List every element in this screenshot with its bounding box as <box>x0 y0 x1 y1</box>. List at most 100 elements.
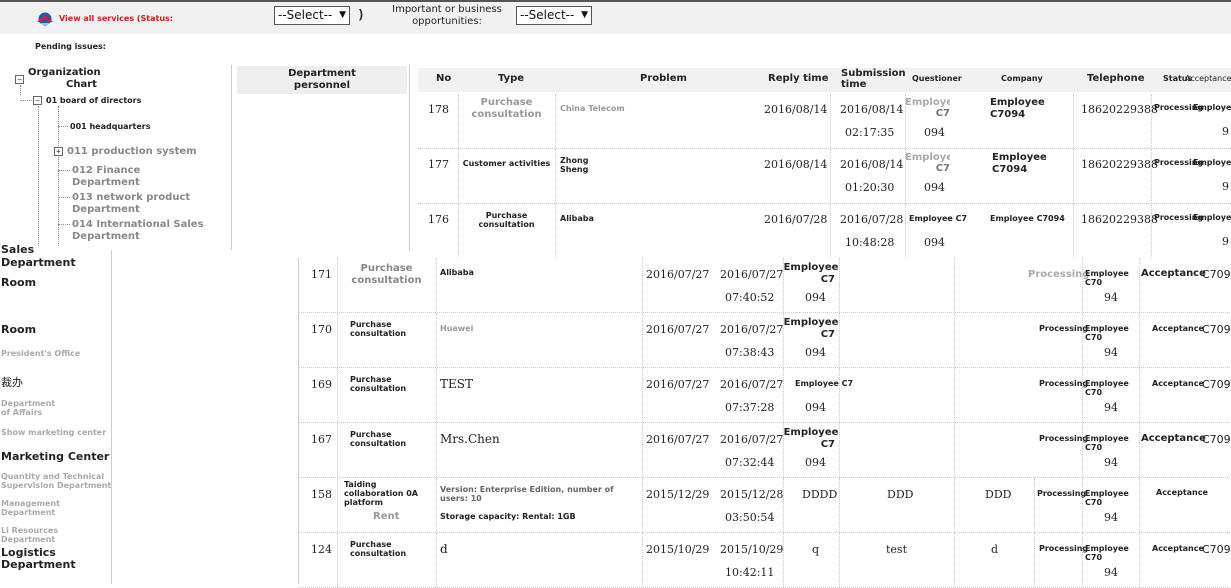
tree-item-international-line2: Department <box>72 231 140 242</box>
cell-submission-clock: 07:38:43 <box>725 346 775 359</box>
status-select[interactable]: --Select-- ▼ <box>274 6 350 25</box>
cell-reply-time: 2016/08/14 <box>764 103 828 116</box>
col-header-reply-time[interactable]: Reply time <box>768 73 828 84</box>
list-item-sales[interactable]: Sales Department <box>1 243 76 269</box>
cell-acceptance-code: 9 <box>1222 125 1229 138</box>
tree-root-line2[interactable]: Chart <box>66 79 97 90</box>
cell-problem: TEST <box>440 377 473 391</box>
table-row[interactable]: 170 Purchase consultation Huawei 2016/07… <box>299 313 1231 368</box>
table-row[interactable]: 178 Purchase consultation China Telecom … <box>418 94 1231 149</box>
col-header-no[interactable]: No <box>436 73 451 84</box>
collapse-toggle-icon[interactable]: − <box>15 75 24 84</box>
list-item-li-resources[interactable]: Li Resources Department <box>1 526 58 544</box>
tree-item-finance[interactable]: 012 Finance Department <box>72 165 140 189</box>
list-item-presidents-office[interactable]: President's Office <box>1 349 80 358</box>
view-all-services-link[interactable]: View all services (Status: <box>59 14 173 23</box>
cell-divider <box>830 204 831 258</box>
list-item-li-line1: Li Resources <box>1 526 59 535</box>
list-item-room[interactable]: Room <box>1 323 36 336</box>
cell-acceptance: Employee <box>1193 213 1231 222</box>
important-label-line2: opportunities: <box>412 16 482 27</box>
tree-item-board[interactable]: 01 board of directors <box>46 96 141 105</box>
cell-questioner-line2: C7 <box>820 329 835 340</box>
cell-submission-date: 2015/12/28 <box>720 488 784 501</box>
table-row[interactable]: 124 Purchase consultation d 2015/10/29 2… <box>299 533 1231 588</box>
table-row[interactable]: 176 Purchase consultation Alibaba 2016/0… <box>418 204 1231 259</box>
cell-status: Processing <box>1039 379 1089 388</box>
cell-divider <box>1034 533 1035 587</box>
cell-divider <box>1139 258 1140 312</box>
cell-reply-time: 2015/10/29 <box>646 543 710 556</box>
cell-problem: China Telecom <box>560 104 625 113</box>
tree-item-production[interactable]: 011 production system <box>67 146 197 157</box>
expand-toggle-icon[interactable]: + <box>54 147 63 156</box>
cell-questioner: Employee C7 <box>905 97 950 119</box>
table-row[interactable]: 167 Purchase consultation Mrs.Chen 2016/… <box>299 423 1231 478</box>
issues-table-upper: No Type Problem Reply time Submission ti… <box>418 68 1231 259</box>
col-header-problem[interactable]: Problem <box>640 73 687 84</box>
cell-divider <box>839 478 840 532</box>
cell-divider <box>555 149 556 203</box>
cell-divider <box>783 478 784 532</box>
cell-type-line1: Purchase <box>350 540 392 549</box>
list-item-cjk[interactable]: 裁办 <box>1 374 23 390</box>
cell-type: Customer activities <box>462 159 551 168</box>
col-header-type[interactable]: Type <box>498 73 524 84</box>
list-item-room[interactable]: Room <box>1 276 36 289</box>
table-row[interactable]: 169 Purchase consultation TEST 2016/07/2… <box>299 368 1231 423</box>
list-item-management[interactable]: Management Department <box>1 499 60 517</box>
cell-type: Purchase consultation <box>337 263 436 287</box>
tree-item-headquarters[interactable]: 001 headquarters <box>70 122 150 131</box>
cell-divider <box>1073 204 1074 258</box>
cell-questioner-code: 094 <box>805 291 826 304</box>
tree-item-international-line1: 014 International Sales <box>72 219 204 230</box>
list-item-show-marketing[interactable]: Show marketing center <box>1 428 106 437</box>
cell-type-line2: consultation <box>350 329 407 338</box>
dropdown-arrow-icon: ▼ <box>339 10 346 20</box>
cell-questioner-code: 094 <box>805 456 826 469</box>
tree-item-network[interactable]: 013 network product Department <box>72 192 190 216</box>
table-row[interactable]: 177 Customer activities Zhong Sheng 2016… <box>418 149 1231 204</box>
opportunity-select[interactable]: --Select-- ▼ <box>516 6 592 25</box>
cell-reply-time: 2016/07/27 <box>646 378 710 391</box>
table-row[interactable]: 171 Purchase consultation Alibaba 2016/0… <box>299 258 1231 313</box>
cell-acceptance: Employee C70 <box>1085 544 1129 562</box>
tree-root-line1[interactable]: Organization <box>28 67 101 78</box>
cell-acceptance-code: 94 <box>1104 291 1118 304</box>
col-header-telephone[interactable]: Telephone <box>1087 73 1145 84</box>
col-header-acceptance[interactable]: Acceptance <box>1185 74 1231 83</box>
cell-problem: Zhong Sheng <box>560 156 588 174</box>
cell-acceptance-code: 9 <box>1222 235 1229 248</box>
cell-divider <box>954 368 955 422</box>
cell-reply-time: 2016/07/28 <box>764 213 828 226</box>
list-item-marketing-center[interactable]: Marketing Center <box>1 450 109 463</box>
cell-divider <box>783 533 784 587</box>
cell-divider <box>436 258 437 312</box>
col-header-company[interactable]: Company <box>1001 74 1043 83</box>
panel-divider <box>409 65 410 250</box>
cell-divider <box>1082 258 1083 312</box>
cell-divider <box>458 149 459 203</box>
cell-divider <box>1139 313 1140 367</box>
list-item-logistics-line2: Department <box>1 558 76 571</box>
list-item-quality[interactable]: Quantity and Technical Supervision Depar… <box>1 472 111 490</box>
cell-divider <box>337 478 338 532</box>
cell-type-line1: Purchase <box>360 263 413 274</box>
collapse-toggle-icon[interactable]: − <box>33 96 42 105</box>
cell-questioner-code: 094 <box>805 401 826 414</box>
cell-divider <box>1082 423 1083 477</box>
cell-problem: Alibaba <box>560 214 594 223</box>
cell-divider <box>839 313 840 367</box>
cell-acceptance-status: Acceptance <box>1141 268 1206 279</box>
issues-table-lower: 171 Purchase consultation Alibaba 2016/0… <box>298 258 1231 588</box>
col-header-questioner[interactable]: Questioner <box>912 74 962 83</box>
cell-acceptance: Employee <box>1193 158 1231 167</box>
list-item-logistics[interactable]: Logistics Department <box>1 547 76 571</box>
list-item-affairs[interactable]: Department of Affairs <box>1 399 55 417</box>
cell-divider <box>436 533 437 587</box>
tree-item-international[interactable]: 014 International Sales Department <box>72 219 204 243</box>
cell-status: Processing <box>1039 434 1089 443</box>
table-row[interactable]: 158 Taiding collaboration 0A platform Re… <box>299 478 1231 533</box>
cell-no: 177 <box>428 158 449 171</box>
col-header-submission-time[interactable]: Submission time <box>841 68 906 90</box>
